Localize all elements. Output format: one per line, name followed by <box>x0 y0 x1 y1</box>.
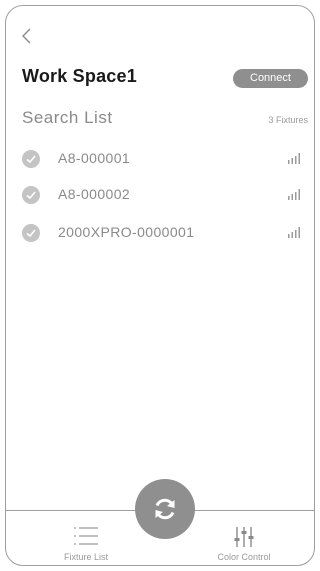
chevron-left-icon <box>22 28 31 44</box>
fixture-count: 3 Fixtures <box>268 115 308 125</box>
tab-label: Color Control <box>217 552 271 562</box>
fixture-name: 2000XPRO-0000001 <box>58 224 195 240</box>
fixture-name: A8-000001 <box>58 150 131 166</box>
fixture-row[interactable]: A8-000001 <box>22 147 308 171</box>
tab-color-control[interactable]: Color Control <box>204 521 284 565</box>
fixture-row[interactable]: A8-000002 <box>22 183 308 207</box>
refresh-button[interactable] <box>135 479 195 539</box>
signal-icon <box>288 153 300 164</box>
tab-fixture-list[interactable]: Fixture List <box>46 521 126 565</box>
check-circle-icon[interactable] <box>22 150 40 168</box>
sliders-icon <box>234 527 254 547</box>
page-title: Work Space1 <box>22 66 137 86</box>
connect-button[interactable]: Connect <box>233 69 308 88</box>
signal-icon <box>288 189 300 200</box>
back-button[interactable] <box>20 26 36 46</box>
fixture-row[interactable]: 2000XPRO-0000001 <box>22 221 308 245</box>
search-list-heading: Search List <box>22 108 113 127</box>
check-circle-icon[interactable] <box>22 186 40 204</box>
list-icon <box>74 527 98 545</box>
signal-icon <box>288 227 300 238</box>
tab-label: Fixture List <box>63 552 108 562</box>
check-circle-icon[interactable] <box>22 224 40 242</box>
refresh-icon <box>155 498 175 520</box>
fixture-name: A8-000002 <box>58 186 131 202</box>
